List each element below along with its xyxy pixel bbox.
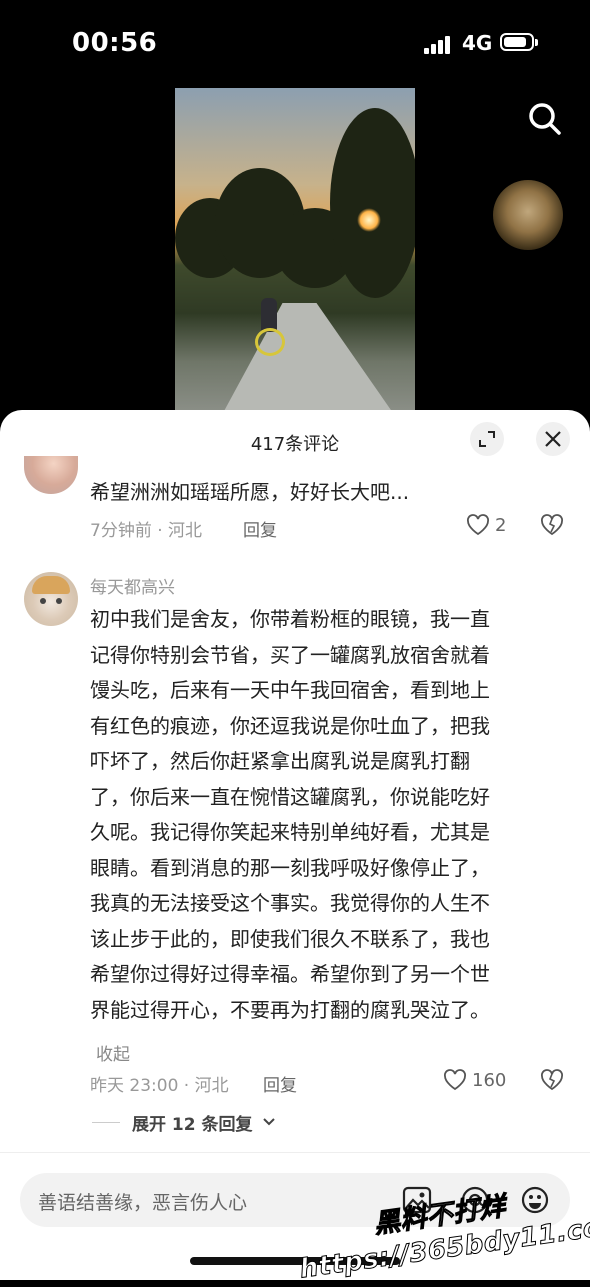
video-player[interactable] — [175, 88, 415, 410]
like-count: 160 — [472, 1070, 507, 1091]
expand-replies-button[interactable]: 展开 12 条回复 — [92, 1110, 392, 1135]
chevron-down-icon — [263, 1118, 275, 1126]
sun — [357, 208, 381, 232]
expand-button[interactable] — [470, 422, 504, 456]
avatar[interactable] — [24, 572, 78, 626]
search-icon[interactable] — [528, 102, 562, 136]
expand-icon — [479, 431, 495, 447]
child-figure — [261, 298, 277, 332]
status-time: 00:56 — [72, 28, 158, 58]
reply-button[interactable]: 回复 — [243, 516, 277, 541]
collapse-button[interactable]: 收起 — [96, 1040, 130, 1065]
comment-text: 希望洲洲如瑶瑶所愿，好好长大吧... — [90, 480, 410, 504]
close-button[interactable] — [536, 422, 570, 456]
expand-replies-label: 展开 12 条回复 — [132, 1115, 253, 1135]
network-type: 4G — [462, 31, 493, 55]
heart-icon[interactable] — [466, 514, 490, 540]
reply-button[interactable]: 回复 — [263, 1071, 297, 1096]
comment-input-placeholder: 善语结善缘，恶言伤人心 — [38, 1192, 248, 1214]
like-count: 2 — [495, 515, 507, 536]
signal-icon — [424, 34, 452, 54]
avatar[interactable] — [24, 456, 78, 494]
bicycle — [255, 328, 285, 356]
comment-text: 初中我们是舍友，你带着粉框的眼镜，我一直 记得你特别会节省，买了一罐腐乳放宿舍就… — [90, 607, 490, 1022]
dislike-icon[interactable] — [540, 1069, 564, 1095]
dislike-icon[interactable] — [540, 514, 564, 540]
status-bar: 00:56 4G — [0, 0, 590, 80]
comment-sheet: 417条评论 希望洲洲如瑶瑶所愿，好好长大吧... 7分钟前 · 河北 回复 2… — [0, 410, 590, 1280]
floating-thumbnail[interactable] — [493, 180, 563, 250]
username[interactable]: 每天都高兴 — [90, 573, 175, 598]
comment-time-location: 昨天 23:00 · 河北 — [90, 1076, 229, 1096]
heart-icon[interactable] — [443, 1069, 467, 1095]
close-icon — [545, 431, 561, 447]
comment-time-location: 7分钟前 · 河北 — [90, 521, 203, 541]
battery-icon — [500, 33, 538, 51]
walkway — [223, 303, 393, 410]
